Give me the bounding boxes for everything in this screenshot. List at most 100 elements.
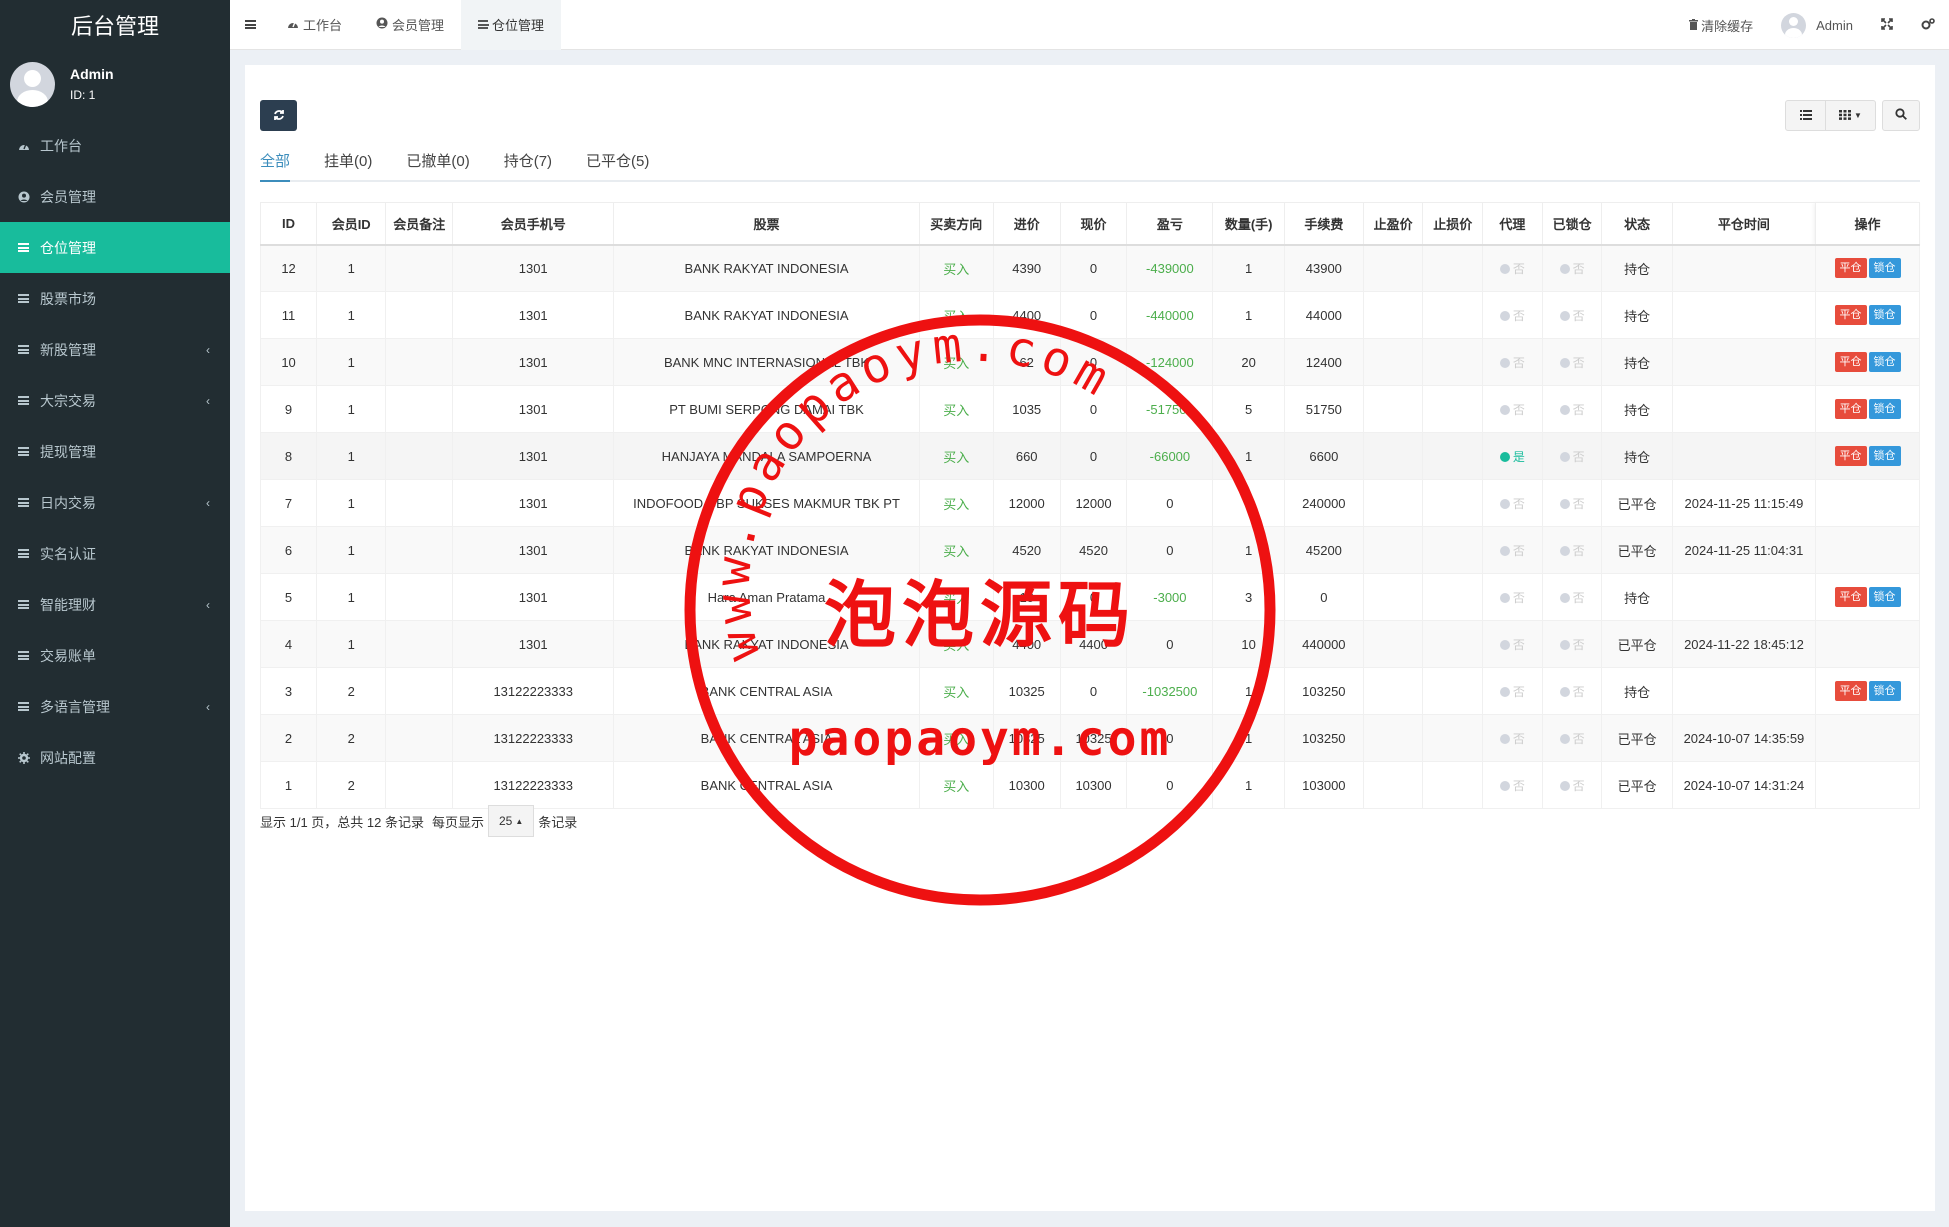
cell-agent[interactable]: 否 — [1482, 291, 1543, 339]
lock-position-button[interactable]: 锁仓 — [1868, 352, 1901, 372]
cell-locked[interactable]: 否 — [1541, 620, 1603, 668]
column-header[interactable]: 止损价 — [1422, 202, 1484, 246]
column-header[interactable]: 已锁仓 — [1541, 202, 1603, 246]
column-header[interactable]: 平仓时间 — [1671, 202, 1817, 246]
control-sidebar-button[interactable] — [1907, 0, 1949, 50]
table-row[interactable]: 8 1 1301 HANJAYA MANDALA SAMPOERNA 买入 660 0 -66… — [259, 432, 1920, 480]
close-position-button[interactable]: 平仓 — [1834, 587, 1867, 607]
sidebar-item-8[interactable]: 日内交易 ‹ — [0, 477, 230, 528]
cell-locked[interactable]: 否 — [1541, 432, 1603, 480]
column-header[interactable]: 会员备注 — [385, 202, 454, 246]
clear-cache-button[interactable]: 清除缓存 — [1675, 0, 1767, 50]
close-position-button[interactable]: 平仓 — [1834, 352, 1867, 372]
close-position-button[interactable]: 平仓 — [1834, 399, 1867, 419]
table-row[interactable]: 7 1 1301 INDOFOOD CBP SUKSES MAKMUR TBK PT 买… — [259, 479, 1920, 527]
refresh-button[interactable] — [260, 100, 297, 131]
column-header[interactable]: 止盈价 — [1362, 202, 1424, 246]
sidebar-item-5[interactable]: 新股管理 ‹ — [0, 324, 230, 375]
toggle-view-button[interactable] — [1785, 100, 1826, 131]
per-page-select[interactable]: 25 ▲ — [488, 805, 535, 837]
cell-agent[interactable]: 是 — [1482, 432, 1543, 480]
header-tab-1[interactable]: 工作台 — [270, 0, 359, 50]
filter-tab-4[interactable]: 持仓(7) — [504, 150, 552, 182]
column-header[interactable]: 数量(手) — [1212, 202, 1285, 246]
column-header[interactable]: 现价 — [1059, 202, 1128, 246]
cell-locked[interactable]: 否 — [1541, 479, 1603, 527]
table-row[interactable]: 2 2 13122223333 BANK CENTRAL ASIA 买入 10325 103… — [259, 714, 1920, 762]
cell-agent[interactable]: 否 — [1482, 761, 1543, 809]
sidebar-item-2[interactable]: 会员管理 — [0, 171, 230, 222]
column-header[interactable]: 手续费 — [1283, 202, 1364, 246]
sidebar-item-3[interactable]: 仓位管理 — [0, 222, 230, 273]
cell-locked[interactable]: 否 — [1541, 573, 1603, 621]
lock-position-button[interactable]: 锁仓 — [1868, 258, 1901, 279]
sidebar-item-9[interactable]: 实名认证 — [0, 528, 230, 579]
column-header[interactable]: 进价 — [992, 202, 1061, 246]
filter-tab-5[interactable]: 已平仓(5) — [586, 150, 649, 182]
column-header[interactable]: 买卖方向 — [918, 202, 994, 246]
sidebar-item-13[interactable]: 网站配置 — [0, 732, 230, 783]
table-row[interactable]: 5 1 1301 Hara Aman Pratama 买入 10 0 -3000 3 0 否否持仓平… — [259, 573, 1920, 621]
filter-tab-3[interactable]: 已撤单(0) — [406, 150, 469, 182]
cell-agent[interactable]: 否 — [1482, 714, 1543, 762]
column-header[interactable]: 股票 — [613, 202, 920, 246]
column-header[interactable]: 状态 — [1601, 202, 1673, 246]
lock-position-button[interactable]: 锁仓 — [1868, 399, 1901, 419]
table-row[interactable]: 3 2 13122223333 BANK CENTRAL ASIA 买入 10325 0 -1… — [259, 667, 1920, 715]
column-header[interactable]: 盈亏 — [1126, 202, 1214, 246]
table-row[interactable]: 9 1 1301 PT BUMI SERPONG DAMAI TBK 买入 1035 0 -5… — [259, 385, 1920, 433]
column-header[interactable]: 代理 — [1482, 202, 1543, 246]
cell-agent[interactable]: 否 — [1482, 620, 1543, 668]
cell-agent[interactable]: 否 — [1482, 573, 1543, 621]
table-row[interactable]: 4 1 1301 BANK RAKYAT INDONESIA 买入 4400 4400 0 10… — [259, 620, 1920, 668]
cell-locked[interactable]: 否 — [1541, 385, 1603, 433]
sidebar-item-4[interactable]: 股票市场 — [0, 273, 230, 324]
sidebar-item-11[interactable]: 交易账单 — [0, 630, 230, 681]
table-row[interactable]: 10 1 1301 BANK MNC INTERNASIONAL TBK 买入 62 0 -1… — [259, 338, 1920, 386]
sidebar-item-12[interactable]: 多语言管理 ‹ — [0, 681, 230, 732]
cell-agent[interactable]: 否 — [1482, 385, 1543, 433]
fullscreen-button[interactable] — [1867, 0, 1907, 50]
user-menu[interactable]: Admin — [1767, 0, 1867, 50]
cell-locked[interactable]: 否 — [1541, 714, 1603, 762]
lock-position-button[interactable]: 锁仓 — [1868, 446, 1901, 466]
table-row[interactable]: 11 1 1301 BANK RAKYAT INDONESIA 买入 4400 0 -4400… — [259, 291, 1920, 339]
filter-tab-2[interactable]: 挂单(0) — [324, 150, 372, 182]
cell-agent[interactable]: 否 — [1482, 338, 1543, 386]
column-header[interactable]: 操作 — [1815, 202, 1920, 246]
header-tab-3[interactable]: 仓位管理 — [461, 0, 562, 50]
sidebar-item-7[interactable]: 提现管理 — [0, 426, 230, 477]
filter-tab-1[interactable]: 全部 — [260, 150, 291, 182]
column-header[interactable]: 会员ID — [316, 202, 387, 246]
cell-locked[interactable]: 否 — [1541, 667, 1603, 715]
close-position-button[interactable]: 平仓 — [1834, 258, 1867, 279]
lock-position-button[interactable]: 锁仓 — [1868, 587, 1901, 607]
column-header[interactable]: ID — [259, 202, 318, 246]
cell-locked[interactable]: 否 — [1541, 526, 1603, 574]
cell-locked[interactable]: 否 — [1541, 291, 1603, 339]
sidebar-item-10[interactable]: 智能理财 ‹ — [0, 579, 230, 630]
header-tab-2[interactable]: 会员管理 — [359, 0, 461, 50]
lock-position-button[interactable]: 锁仓 — [1868, 681, 1901, 701]
cell-locked[interactable]: 否 — [1541, 338, 1603, 386]
cell-locked[interactable]: 否 — [1541, 761, 1603, 809]
cell-agent[interactable]: 否 — [1482, 479, 1543, 527]
sidebar-toggle-button[interactable] — [230, 0, 270, 50]
close-position-button[interactable]: 平仓 — [1834, 681, 1867, 701]
cell-agent[interactable]: 否 — [1482, 526, 1543, 574]
close-position-button[interactable]: 平仓 — [1834, 305, 1867, 325]
table-row[interactable]: 12 1 1301 BANK RAKYAT INDONESIA 买入 4390 0 -4390… — [259, 244, 1920, 292]
lock-position-button[interactable]: 锁仓 — [1868, 305, 1901, 325]
column-header[interactable]: 会员手机号 — [452, 202, 615, 246]
brand-logo[interactable]: 后台管理 — [0, 0, 230, 50]
sidebar-item-6[interactable]: 大宗交易 ‹ — [0, 375, 230, 426]
cell-locked[interactable]: 否 — [1541, 244, 1603, 292]
table-row[interactable]: 6 1 1301 BANK RAKYAT INDONESIA 买入 4520 4520 0 1 4… — [259, 526, 1920, 574]
cell-agent[interactable]: 否 — [1482, 244, 1543, 292]
cell-agent[interactable]: 否 — [1482, 667, 1543, 715]
search-toggle-button[interactable] — [1882, 100, 1920, 131]
sidebar-item-1[interactable]: 工作台 — [0, 120, 230, 171]
columns-dropdown-button[interactable]: ▼ — [1826, 100, 1876, 131]
table-row[interactable]: 1 2 13122223333 BANK CENTRAL ASIA 买入 10300 103… — [259, 761, 1920, 809]
close-position-button[interactable]: 平仓 — [1834, 446, 1867, 466]
